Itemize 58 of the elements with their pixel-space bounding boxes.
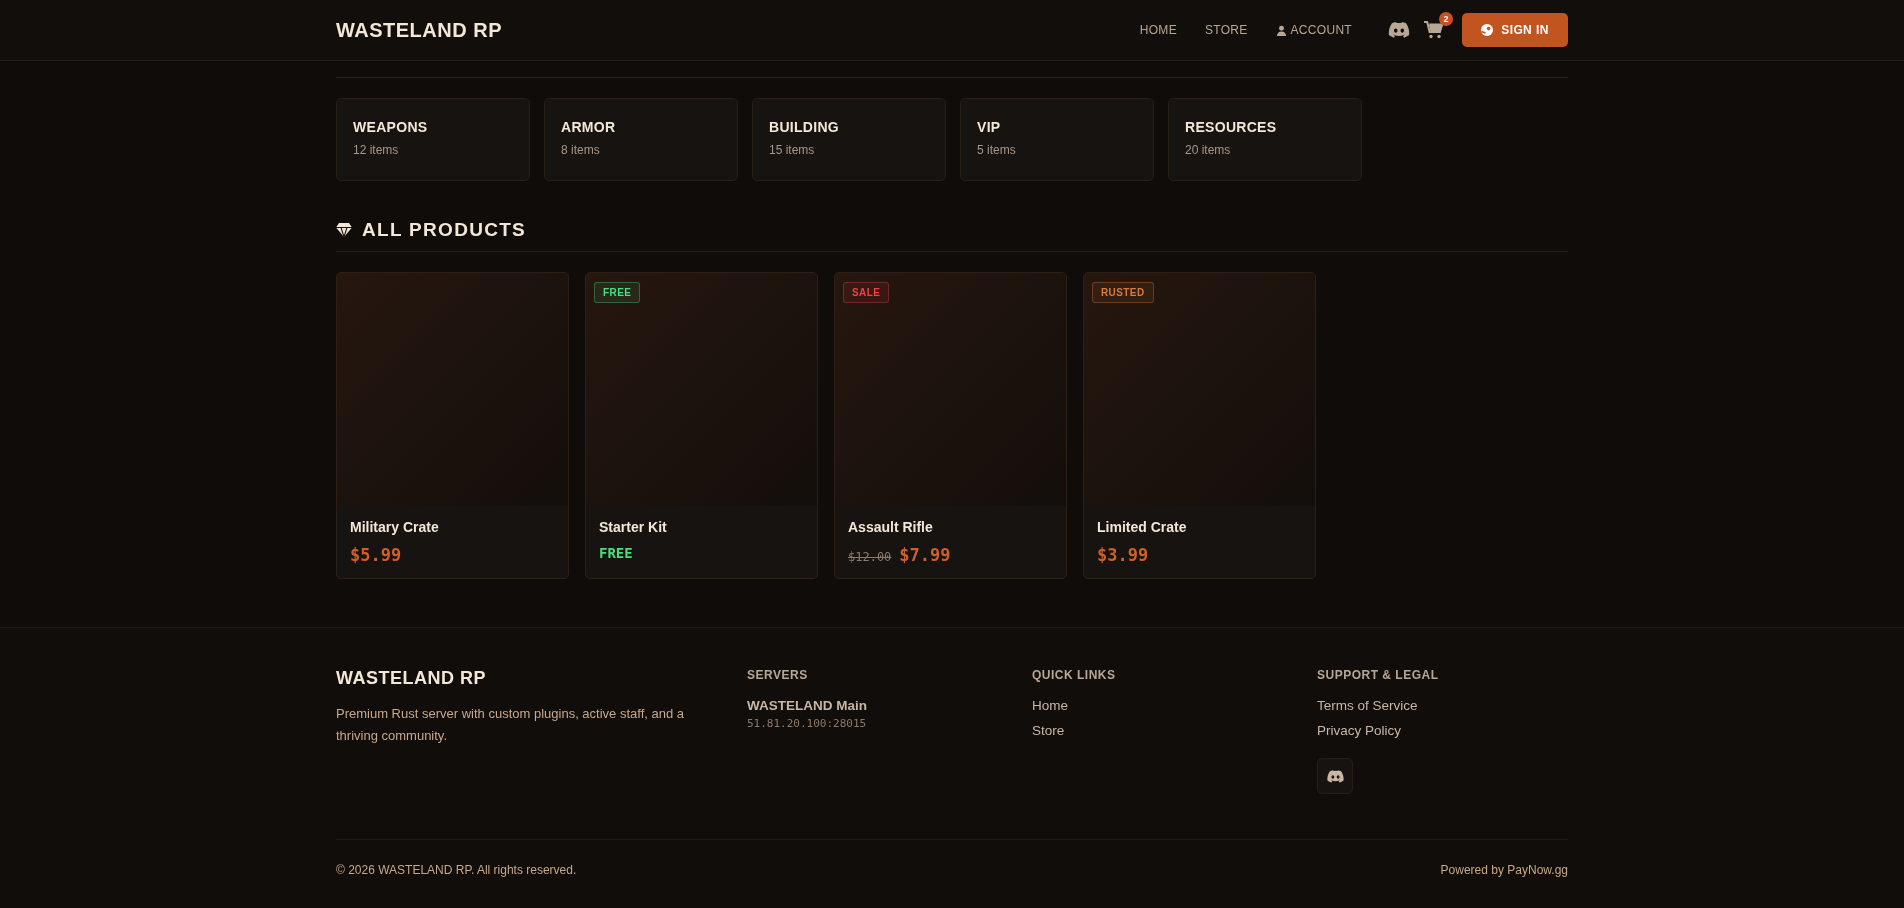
- product-card[interactable]: SALE Assault Rifle $12.00 $7.99: [834, 272, 1067, 579]
- category-name: ARMOR: [561, 119, 617, 135]
- footer-link[interactable]: Home: [1032, 698, 1068, 713]
- category-card[interactable]: WEAPONS 12 items: [336, 98, 530, 181]
- category-card[interactable]: BUILDING 15 items: [752, 98, 946, 181]
- powered-by-text: Powered by PayNow.gg: [1440, 863, 1568, 877]
- product-badge: SALE: [843, 282, 890, 303]
- footer-link[interactable]: Terms of Service: [1317, 698, 1418, 713]
- product-card[interactable]: FREE Starter Kit FREE: [585, 272, 818, 579]
- product-price: FREE: [599, 545, 633, 561]
- product-price: $5.99: [350, 545, 402, 565]
- nav-link[interactable]: HOME: [1139, 23, 1177, 37]
- product-price: $7.99: [899, 545, 951, 565]
- category-card[interactable]: VIP 5 items: [960, 98, 1154, 181]
- category-count: 5 items: [977, 143, 1017, 157]
- product-name: Limited Crate: [1097, 519, 1188, 535]
- product-badge: RUSTED: [1092, 282, 1154, 303]
- discord-icon[interactable]: [1388, 22, 1410, 38]
- product-name: Starter Kit: [599, 519, 668, 535]
- category-count: 20 items: [1185, 143, 1232, 157]
- logo[interactable]: WASTELAND RP: [336, 18, 502, 42]
- category-card[interactable]: ARMOR 8 items: [544, 98, 738, 181]
- discord-button[interactable]: [1317, 758, 1353, 794]
- category-name: VIP: [977, 119, 1002, 135]
- sign-in-button[interactable]: SIGN IN: [1462, 13, 1568, 47]
- category-name: WEAPONS: [353, 119, 429, 135]
- footer-heading: QUICK LINKS: [1032, 668, 1116, 682]
- gem-icon: [336, 223, 352, 237]
- product-name: Military Crate: [350, 519, 440, 535]
- product-badge: FREE: [594, 282, 641, 303]
- category-count: 15 items: [769, 143, 816, 157]
- footer-link[interactable]: Privacy Policy: [1317, 723, 1402, 738]
- discord-icon: [1326, 769, 1344, 783]
- footer-heading: SUPPORT & LEGAL: [1317, 668, 1439, 682]
- category-count: 12 items: [353, 143, 400, 157]
- category-card[interactable]: RESOURCES 20 items: [1168, 98, 1362, 181]
- product-card[interactable]: RUSTED Limited Crate $3.99: [1083, 272, 1316, 579]
- nav-link[interactable]: ACCOUNT: [1275, 23, 1352, 37]
- copyright-text: © 2026 WASTELAND RP. All rights reserved.: [336, 863, 577, 877]
- product-name: Assault Rifle: [848, 519, 934, 535]
- product-card[interactable]: Military Crate $5.99: [336, 272, 569, 579]
- category-name: BUILDING: [769, 119, 841, 135]
- category-count: 8 items: [561, 143, 601, 157]
- steam-icon: [1481, 24, 1494, 36]
- cart-icon[interactable]: [1424, 21, 1444, 39]
- section-title: ALL PRODUCTS: [362, 219, 527, 241]
- nav-link[interactable]: STORE: [1204, 23, 1248, 37]
- product-price: $3.99: [1097, 545, 1149, 565]
- footer-description: Premium Rust server with custom plugins, active staff, and a thriving community.: [336, 705, 685, 746]
- cart-count-badge: 2: [1439, 12, 1453, 26]
- user-icon: [1275, 24, 1287, 36]
- old-price: $12.00: [848, 550, 892, 564]
- server-name: WASTELAND Main: [747, 698, 867, 713]
- footer-logo: WASTELAND RP: [336, 668, 486, 689]
- category-name: RESOURCES: [1185, 119, 1278, 135]
- footer-link[interactable]: Store: [1032, 723, 1065, 738]
- server-address: 51.81.20.100:28015: [747, 717, 867, 730]
- footer-heading: SERVERS: [747, 668, 808, 682]
